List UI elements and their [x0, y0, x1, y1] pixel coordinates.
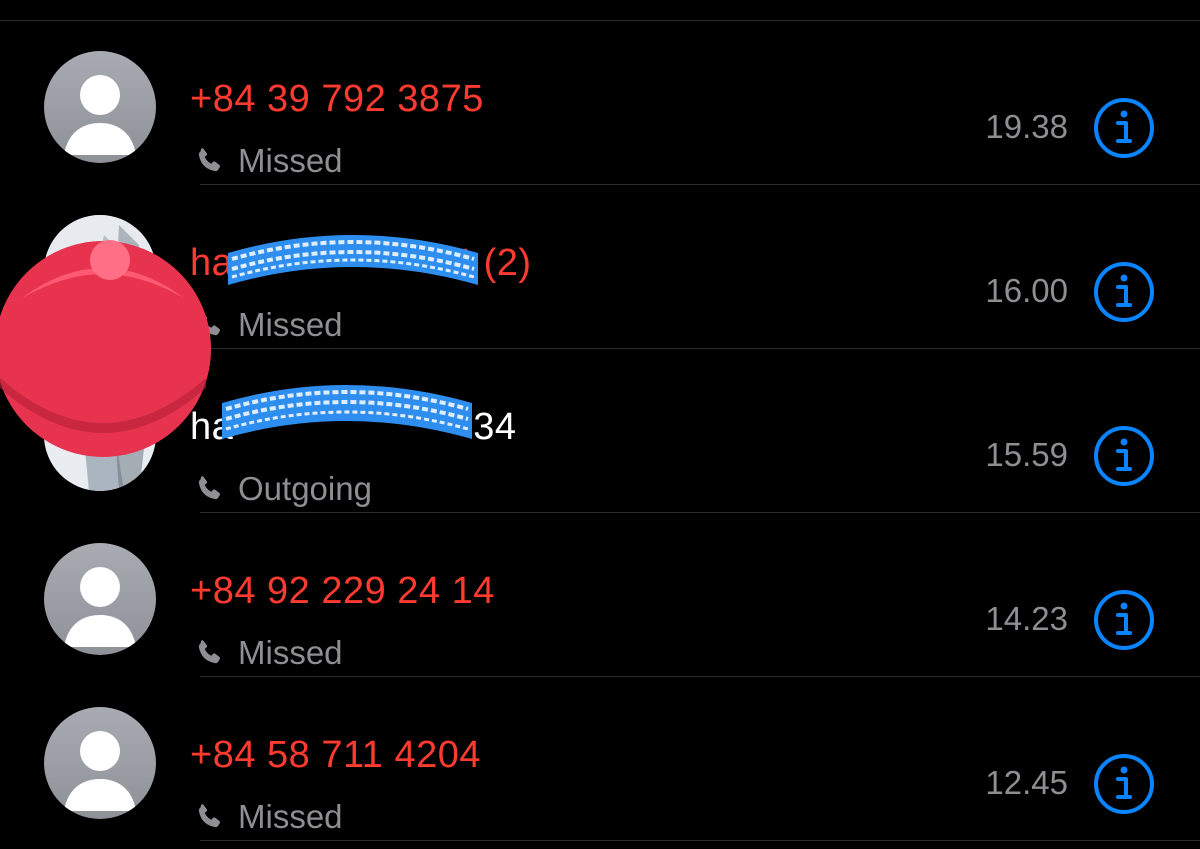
- call-time: 12.45: [985, 764, 1068, 801]
- call-type: Missed: [192, 305, 343, 345]
- call-row[interactable]: +84 58 711 4204 Missed 12.45: [0, 677, 1200, 841]
- redaction-scribble: [228, 235, 478, 285]
- person-icon: [64, 567, 136, 647]
- recents-call-list: +84 39 792 3875 Missed 19.38 ha 34 (2) Mi…: [0, 0, 1200, 849]
- caller-name: +84 92 229 24 14: [190, 570, 495, 612]
- info-icon[interactable]: [1092, 424, 1156, 488]
- call-time: 19.38: [985, 108, 1068, 145]
- caller-name: +84 58 711 4204: [190, 734, 482, 776]
- call-type-label: Missed: [238, 142, 343, 179]
- avatar: [44, 543, 156, 655]
- call-time: 16.00: [985, 272, 1068, 309]
- call-type: Outgoing: [192, 469, 372, 509]
- call-type-label: Missed: [238, 306, 343, 343]
- call-type-label: Outgoing: [238, 470, 372, 507]
- call-type: Missed: [192, 797, 343, 837]
- phone-icon: [198, 640, 221, 664]
- info-icon[interactable]: [1092, 588, 1156, 652]
- info-icon[interactable]: [1092, 752, 1156, 816]
- call-type: Missed: [192, 141, 343, 181]
- caller-name-suffix: 34: [473, 406, 517, 448]
- redaction-scribble: [222, 385, 472, 439]
- phone-icon: [198, 148, 221, 172]
- info-icon[interactable]: [1092, 96, 1156, 160]
- avatar: [44, 51, 156, 163]
- call-time: 14.23: [985, 600, 1068, 637]
- call-row[interactable]: +84 92 229 24 14 Missed 14.23: [0, 513, 1200, 677]
- phone-icon: [198, 804, 221, 828]
- avatar: [44, 707, 156, 819]
- call-row[interactable]: +84 39 792 3875 Missed 19.38: [0, 21, 1200, 185]
- call-type: Missed: [192, 633, 343, 673]
- phone-icon: [198, 476, 221, 500]
- red-dot-sticker: [0, 240, 211, 457]
- person-icon: [64, 75, 136, 155]
- person-icon: [64, 731, 136, 811]
- info-icon[interactable]: [1092, 260, 1156, 324]
- call-type-label: Missed: [238, 634, 343, 671]
- call-type-label: Missed: [238, 798, 343, 835]
- divider: [200, 840, 1200, 841]
- caller-name: +84 39 792 3875: [190, 78, 484, 120]
- call-time: 15.59: [985, 436, 1068, 473]
